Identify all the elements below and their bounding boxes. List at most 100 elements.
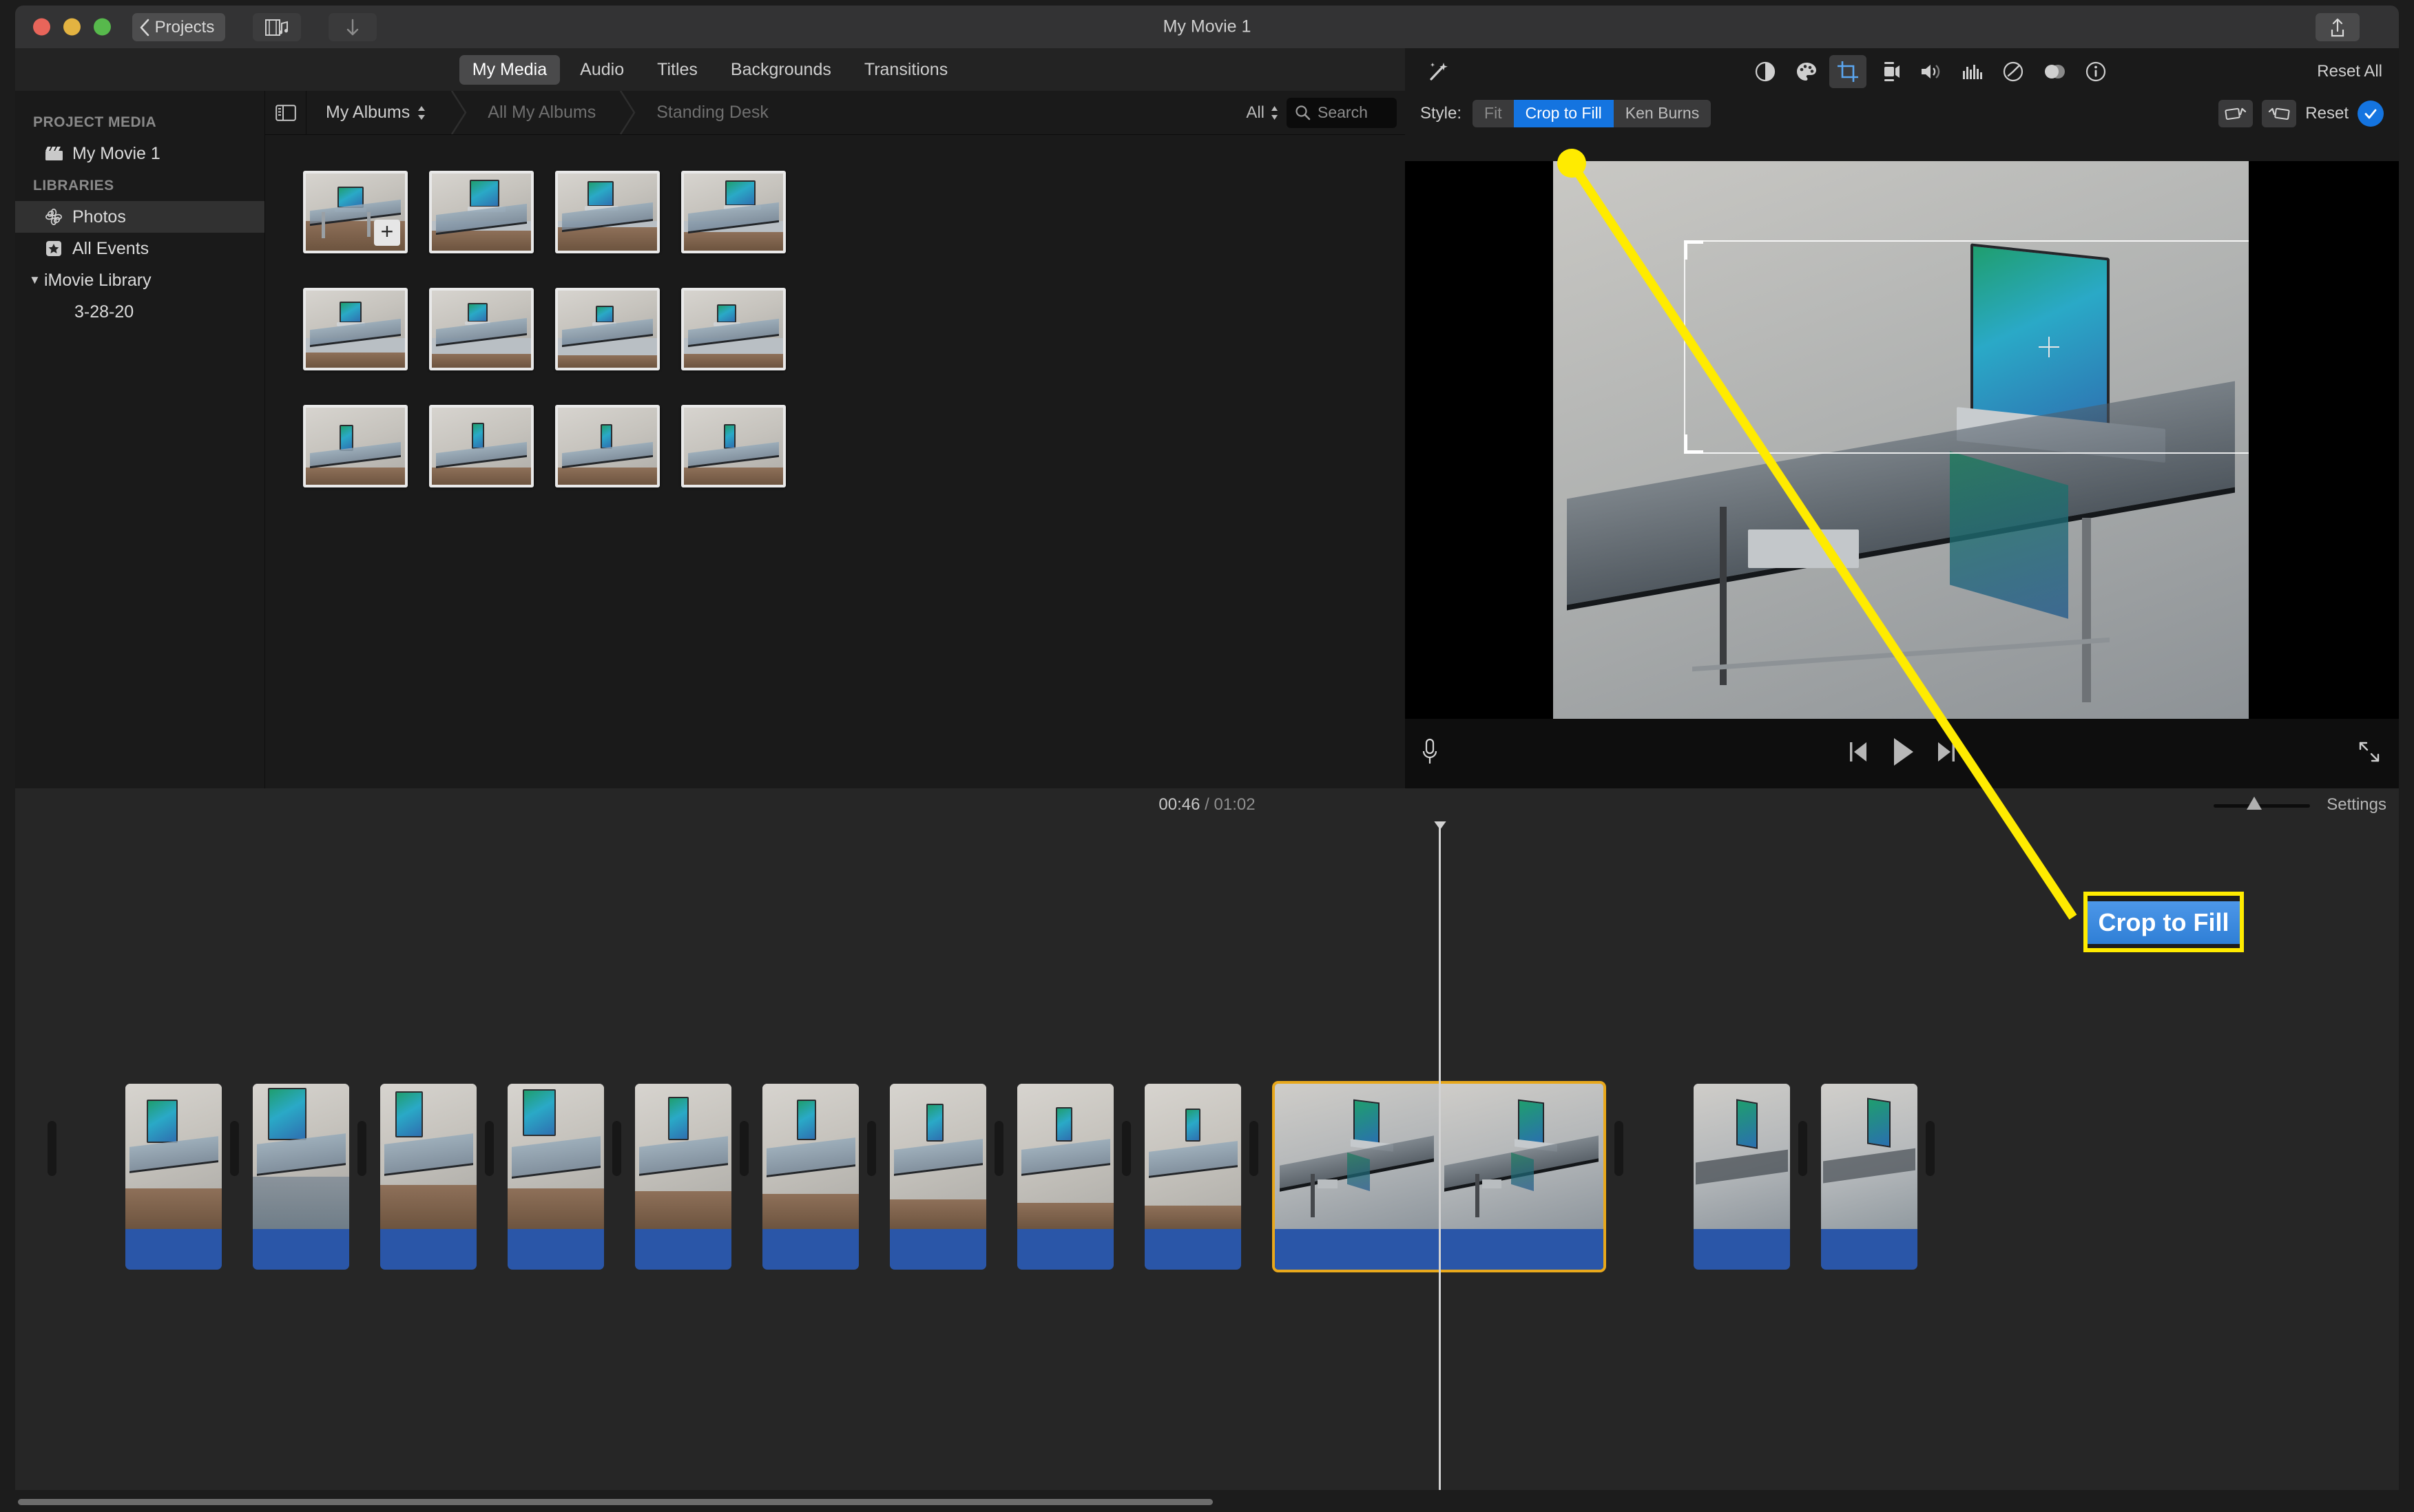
- rotate-right-icon[interactable]: [2262, 99, 2297, 127]
- media-filter-label: All: [1246, 103, 1265, 122]
- clip-handle[interactable]: [1798, 1121, 1807, 1176]
- browser-header: My Albums All My Albums Standing Desk Al…: [265, 91, 1405, 135]
- crop-style-segmented-control[interactable]: Fit Crop to Fill Ken Burns: [1473, 99, 1711, 127]
- media-thumbnail[interactable]: [303, 405, 408, 487]
- media-thumbnail[interactable]: [429, 405, 534, 487]
- media-thumbnail[interactable]: [303, 288, 408, 370]
- clip-handle[interactable]: [1249, 1121, 1258, 1176]
- auto-enhance-wand-icon[interactable]: [1420, 55, 1457, 88]
- skip-back-icon[interactable]: [1846, 739, 1870, 768]
- expand-fullscreen-icon[interactable]: [2358, 740, 2381, 767]
- annotation-callout: Crop to Fill: [2083, 892, 2244, 952]
- search-input[interactable]: Search: [1287, 97, 1397, 128]
- noise-reduction-icon[interactable]: [1953, 55, 1990, 88]
- media-browser-grid[interactable]: +: [265, 135, 1405, 788]
- preview-viewer[interactable]: [1405, 161, 2399, 719]
- timeline-clip[interactable]: [1017, 1084, 1114, 1270]
- crop-selection-rect[interactable]: [1684, 240, 2249, 454]
- timeline[interactable]: ♫: [15, 821, 2399, 1490]
- tab-audio[interactable]: Audio: [567, 55, 637, 85]
- clip-handle[interactable]: [357, 1121, 366, 1176]
- clip-handle[interactable]: [230, 1121, 239, 1176]
- zoom-slider-thumb[interactable]: [2247, 797, 2262, 810]
- speed-icon[interactable]: [1995, 55, 2032, 88]
- crop-handle-top-left[interactable]: [1684, 240, 1703, 260]
- media-thumbnail[interactable]: [429, 288, 534, 370]
- sidebar-item-photos[interactable]: Photos: [15, 201, 264, 233]
- star-box-icon: [44, 239, 63, 258]
- clip-handle[interactable]: [995, 1121, 1003, 1176]
- media-thumbnail[interactable]: [681, 171, 786, 253]
- reset-all-button[interactable]: Reset All: [2317, 62, 2382, 81]
- tab-transitions[interactable]: Transitions: [851, 55, 961, 85]
- tab-backgrounds[interactable]: Backgrounds: [718, 55, 844, 85]
- play-icon[interactable]: [1888, 735, 1917, 772]
- disclosure-triangle-icon[interactable]: ▼: [29, 273, 41, 287]
- sidebar-item-all-events[interactable]: All Events: [15, 233, 264, 264]
- style-option-ken-burns[interactable]: Ken Burns: [1614, 100, 1711, 127]
- media-thumbnail[interactable]: [555, 171, 660, 253]
- add-to-project-badge[interactable]: +: [374, 220, 400, 246]
- media-thumbnail[interactable]: +: [303, 171, 408, 253]
- timeline-clip[interactable]: [1694, 1084, 1790, 1270]
- media-thumbnail[interactable]: [429, 171, 534, 253]
- sidebar-item-label: Photos: [72, 207, 126, 227]
- sidebar-toggle-icon[interactable]: [265, 91, 306, 134]
- sidebar-item-label: iMovie Library: [44, 270, 152, 290]
- clip-handle[interactable]: [1926, 1121, 1935, 1176]
- style-option-fit[interactable]: Fit: [1473, 100, 1514, 127]
- skip-forward-icon[interactable]: [1935, 739, 1958, 768]
- volume-icon[interactable]: [1912, 55, 1949, 88]
- sidebar-item-3-28-20[interactable]: 3-28-20: [15, 296, 264, 328]
- media-thumbnail[interactable]: [555, 288, 660, 370]
- timeline-clip[interactable]: [253, 1084, 349, 1270]
- timeline-settings-button[interactable]: Settings: [2327, 795, 2386, 815]
- timeline-clip[interactable]: [635, 1084, 731, 1270]
- window-titlebar: Projects My Movie 1: [15, 6, 2399, 48]
- timeline-clip[interactable]: [380, 1084, 477, 1270]
- crop-handle-bottom-left[interactable]: [1684, 434, 1703, 454]
- clip-handle[interactable]: [612, 1121, 621, 1176]
- breadcrumb-my-albums[interactable]: My Albums: [306, 91, 450, 134]
- timeline-zoom-slider[interactable]: [2214, 795, 2311, 815]
- tab-my-media[interactable]: My Media: [459, 54, 561, 85]
- share-button[interactable]: [2316, 13, 2360, 41]
- clip-handle[interactable]: [867, 1121, 876, 1176]
- sidebar-item-imovie-library[interactable]: ▼ iMovie Library: [15, 264, 264, 296]
- clip-filter-icon[interactable]: [2036, 55, 2073, 88]
- media-thumbnail[interactable]: [681, 405, 786, 487]
- sidebar-item-my-movie-1[interactable]: My Movie 1: [15, 138, 264, 169]
- rotate-left-icon[interactable]: [2218, 99, 2254, 127]
- time-separator: /: [1205, 795, 1209, 814]
- crop-reset-button[interactable]: Reset: [2305, 104, 2349, 123]
- clip-handle[interactable]: [485, 1121, 494, 1176]
- timeline-clip[interactable]: [890, 1084, 986, 1270]
- media-thumbnail[interactable]: [555, 405, 660, 487]
- breadcrumb-standing-desk[interactable]: Standing Desk: [637, 91, 792, 134]
- breadcrumb-all-my-albums[interactable]: All My Albums: [468, 91, 619, 134]
- clip-handle[interactable]: [1614, 1121, 1623, 1176]
- timeline-clip[interactable]: [125, 1084, 222, 1270]
- timeline-playhead[interactable]: [1431, 821, 1449, 1490]
- stabilization-icon[interactable]: [1871, 55, 1908, 88]
- stepper-icon: [418, 105, 426, 120]
- timeline-clip[interactable]: [1821, 1084, 1917, 1270]
- transport-controls: [1405, 735, 2399, 772]
- clip-handle[interactable]: [48, 1121, 56, 1176]
- checkmark-icon[interactable]: [2358, 100, 2384, 127]
- tab-titles[interactable]: Titles: [644, 55, 711, 85]
- media-filter-dropdown[interactable]: All: [1246, 103, 1287, 123]
- media-thumbnail[interactable]: [681, 288, 786, 370]
- clip-handle[interactable]: [1122, 1121, 1131, 1176]
- color-correction-icon[interactable]: [1788, 55, 1825, 88]
- color-balance-icon[interactable]: [1747, 55, 1784, 88]
- timeline-horizontal-scrollbar[interactable]: [18, 1497, 2397, 1506]
- clip-handle[interactable]: [740, 1121, 749, 1176]
- timeline-clip[interactable]: [508, 1084, 604, 1270]
- info-icon[interactable]: [2077, 55, 2114, 88]
- crop-icon[interactable]: [1829, 54, 1866, 88]
- scrollbar-thumb[interactable]: [18, 1499, 1213, 1505]
- timeline-clip[interactable]: [1145, 1084, 1241, 1270]
- style-option-crop-to-fill[interactable]: Crop to Fill: [1513, 99, 1614, 127]
- timeline-clip[interactable]: [762, 1084, 859, 1270]
